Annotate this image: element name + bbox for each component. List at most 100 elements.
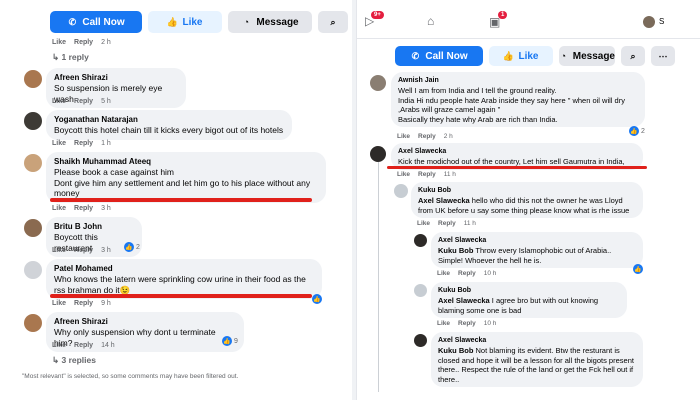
comment-author[interactable]: Yoganathan Natarajan bbox=[54, 114, 284, 125]
avatar[interactable] bbox=[24, 154, 42, 172]
comment-author[interactable]: Axel Slawecka bbox=[438, 235, 636, 246]
comment-meta: Like Reply 11 h bbox=[397, 171, 456, 178]
reply-link[interactable]: Reply bbox=[74, 247, 93, 254]
timestamp: 14 h bbox=[101, 342, 115, 349]
like-reaction-icon: 👍 bbox=[124, 242, 134, 252]
reply-link[interactable]: Reply bbox=[458, 270, 476, 277]
thumbs-up-icon: 👍 bbox=[502, 50, 515, 61]
comment-meta: Like Reply 2 h bbox=[52, 39, 111, 46]
reply-link[interactable]: Reply bbox=[74, 140, 93, 147]
reply-link[interactable]: Reply bbox=[438, 220, 456, 227]
like-link[interactable]: Like bbox=[52, 300, 66, 307]
reaction-count[interactable]: 👍 9 bbox=[222, 336, 238, 346]
like-link[interactable]: Like bbox=[52, 247, 66, 254]
reply-link[interactable]: Reply bbox=[74, 300, 93, 307]
avatar[interactable] bbox=[24, 112, 42, 130]
reaction-count[interactable]: 👍 2 bbox=[629, 126, 645, 136]
mention-link[interactable]: Kuku Bob bbox=[438, 346, 473, 355]
more-button[interactable]: ⋯ bbox=[651, 46, 675, 66]
avatar[interactable] bbox=[394, 184, 408, 198]
highlight-underline bbox=[50, 198, 312, 202]
like-reaction-icon: 👍 bbox=[222, 336, 232, 346]
comment-author[interactable]: Afreen Shirazi bbox=[54, 316, 236, 327]
like-link[interactable]: Like bbox=[437, 320, 450, 327]
call-now-button[interactable]: ✆ Call Now bbox=[50, 11, 142, 33]
search-button[interactable]: ⌕ bbox=[318, 11, 348, 33]
comment-meta: Like Reply 1 h bbox=[52, 140, 111, 147]
like-link[interactable]: Like bbox=[397, 171, 410, 178]
message-button[interactable]: ◔ Message bbox=[228, 11, 312, 33]
reaction-count[interactable]: 👍 bbox=[312, 294, 322, 304]
page-action-bar: ✆ Call Now 👍 Like ◔ Message ⌕ ⋯ bbox=[50, 11, 352, 33]
search-button[interactable]: ⌕ bbox=[621, 46, 645, 66]
comment-bubble: Shaikh Muhammad Ateeq Please book a case… bbox=[46, 152, 326, 203]
filter-note: "Most relevant" is selected, so some com… bbox=[22, 373, 239, 380]
reply-link[interactable]: Reply bbox=[418, 133, 436, 140]
profile-avatar[interactable] bbox=[643, 16, 655, 28]
like-page-button[interactable]: 👍 Like bbox=[489, 46, 553, 66]
phone-icon: ✆ bbox=[68, 16, 77, 27]
reaction-count[interactable]: 👍 2 bbox=[124, 242, 140, 252]
like-page-button[interactable]: 👍 Like bbox=[148, 11, 222, 33]
like-link[interactable]: Like bbox=[52, 342, 66, 349]
like-link[interactable]: Like bbox=[52, 205, 66, 212]
comment-author[interactable]: Axel Slawecka bbox=[438, 335, 636, 346]
comment-author[interactable]: Shaikh Muhammad Ateeq bbox=[54, 156, 318, 167]
comment-meta: Like Reply 3 h bbox=[52, 205, 111, 212]
notification-badge: 1 bbox=[498, 11, 508, 19]
avatar[interactable] bbox=[24, 261, 42, 279]
timestamp: 2 h bbox=[443, 133, 453, 140]
like-link[interactable]: Like bbox=[52, 39, 66, 46]
comment-author[interactable]: Britu B John bbox=[54, 221, 134, 232]
like-link[interactable]: Like bbox=[437, 270, 450, 277]
reaction-count[interactable]: 👍 bbox=[633, 264, 643, 274]
comment-author[interactable]: Patel Mohamed bbox=[54, 263, 314, 274]
avatar[interactable] bbox=[370, 75, 386, 91]
reply-link[interactable]: Reply bbox=[458, 320, 476, 327]
avatar[interactable] bbox=[414, 334, 427, 347]
mention-link[interactable]: Axel Slawecka bbox=[418, 196, 470, 205]
comment-author[interactable]: Awnish Jain bbox=[398, 75, 638, 86]
profile-name[interactable]: S bbox=[659, 17, 664, 26]
comment-author[interactable]: Axel Slawecka bbox=[398, 146, 636, 157]
message-button[interactable]: ◔ Message bbox=[559, 46, 615, 66]
reply-link[interactable]: Reply bbox=[74, 205, 93, 212]
marketplace-nav-icon[interactable]: ⌂ bbox=[427, 14, 434, 28]
avatar[interactable] bbox=[24, 219, 42, 237]
timestamp: 5 h bbox=[101, 98, 111, 105]
comment-meta: Like Reply 11 h bbox=[417, 220, 476, 227]
comment-author[interactable]: Kuku Bob bbox=[438, 285, 620, 296]
comment-author[interactable]: Kuku Bob bbox=[418, 185, 636, 196]
more-icon: ⋯ bbox=[658, 50, 668, 61]
avatar[interactable] bbox=[24, 314, 42, 332]
avatar[interactable] bbox=[370, 146, 386, 162]
comment-meta: Like Reply 5 h bbox=[52, 98, 111, 105]
comment-bubble: Axel Slawecka Kuku Bob Throw every Islam… bbox=[431, 232, 643, 268]
avatar[interactable] bbox=[414, 234, 427, 247]
reply-link[interactable]: Reply bbox=[74, 342, 93, 349]
messenger-icon: ◔ bbox=[560, 50, 567, 61]
comment-author[interactable]: Afreen Shirazi bbox=[54, 72, 178, 83]
like-link[interactable]: Like bbox=[52, 140, 66, 147]
reply-link[interactable]: Reply bbox=[74, 98, 93, 105]
like-link[interactable]: Like bbox=[397, 133, 410, 140]
view-replies-link[interactable]: ↳ 1 reply bbox=[52, 52, 89, 63]
comment-bubble: Axel Slawecka Kuku Bob Not blaming its e… bbox=[431, 332, 643, 387]
call-now-button[interactable]: ✆ Call Now bbox=[395, 46, 483, 66]
timestamp: 2 h bbox=[101, 39, 111, 46]
like-link[interactable]: Like bbox=[52, 98, 66, 105]
mention-link[interactable]: Kuku Bob bbox=[438, 246, 473, 255]
timestamp: 3 h bbox=[101, 205, 111, 212]
reply-link[interactable]: Reply bbox=[418, 171, 436, 178]
search-icon: ⌕ bbox=[330, 16, 336, 27]
comment-bubble: Kuku Bob Axel Slawecka hello who did thi… bbox=[411, 182, 643, 218]
avatar[interactable] bbox=[414, 284, 427, 297]
like-link[interactable]: Like bbox=[417, 220, 430, 227]
avatar[interactable] bbox=[24, 70, 42, 88]
reply-link[interactable]: Reply bbox=[74, 39, 93, 46]
timestamp: 9 h bbox=[101, 300, 111, 307]
view-replies-link[interactable]: ↳ 3 replies bbox=[52, 355, 96, 366]
nav-divider bbox=[357, 38, 700, 39]
mention-link[interactable]: Axel Slawecka bbox=[438, 296, 490, 305]
comment-text: Please book a case against him Dont give… bbox=[54, 167, 311, 198]
